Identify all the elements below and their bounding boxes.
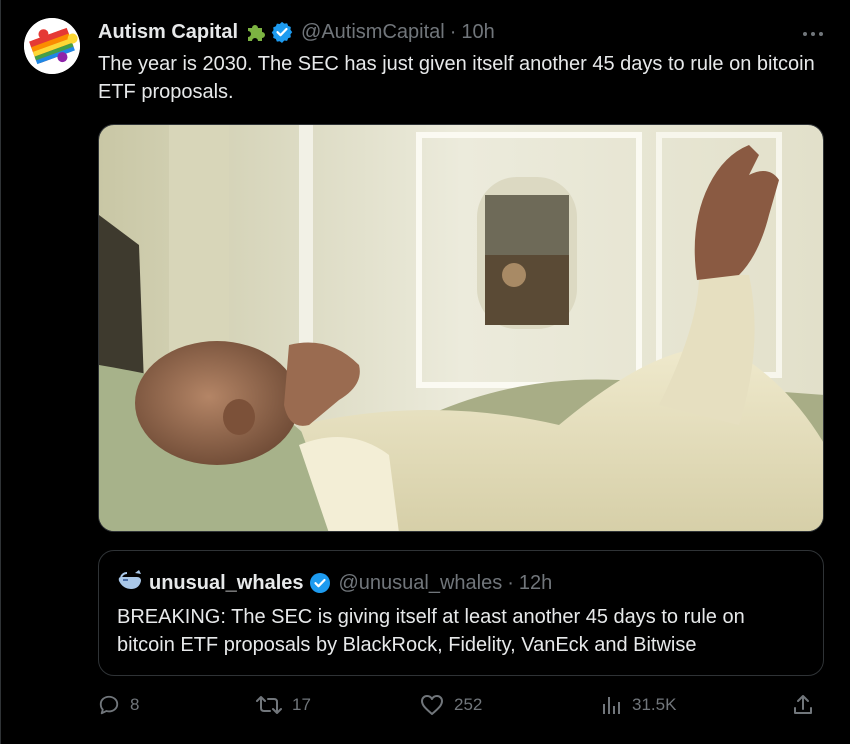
reply-icon xyxy=(99,695,119,715)
tweet-image[interactable] xyxy=(98,124,824,532)
separator-dot: · xyxy=(449,20,457,43)
heart-icon xyxy=(421,695,443,715)
quoted-tweet[interactable]: unusual_whales @unusual_whales · 12h BRE… xyxy=(98,550,824,676)
like-count: 252 xyxy=(454,695,483,714)
views-count: 31.5K xyxy=(632,695,677,714)
reply-button[interactable]: 8 xyxy=(98,694,139,716)
more-horizontal-icon[interactable] xyxy=(802,22,824,45)
handle[interactable]: @AutismCapital xyxy=(301,21,445,44)
verified-badge-icon[interactable] xyxy=(271,21,293,43)
share-button[interactable] xyxy=(792,694,814,716)
timestamp[interactable]: 10h xyxy=(461,21,494,44)
like-button[interactable]: 252 xyxy=(420,694,482,716)
views-chart-icon xyxy=(603,697,620,714)
reply-count: 8 xyxy=(130,695,140,714)
separator-dot: · xyxy=(507,571,514,594)
display-name[interactable]: Autism Capital xyxy=(98,21,238,44)
views-button[interactable]: 31.5K xyxy=(600,694,676,716)
quoted-text: BREAKING: The SEC is giving itself at le… xyxy=(117,606,745,656)
whale-emoji-icon xyxy=(117,569,143,597)
retweet-button[interactable]: 17 xyxy=(256,694,311,716)
action-bar: 8 17 252 31.5K xyxy=(98,694,824,724)
retweet-count: 17 xyxy=(292,695,311,714)
verified-badge-icon[interactable] xyxy=(309,572,331,594)
tweet-header: Autism Capital @AutismCapital · 10h xyxy=(98,19,495,45)
quoted-handle[interactable]: @unusual_whales xyxy=(339,572,503,595)
retweet-icon xyxy=(256,696,282,714)
share-icon xyxy=(794,695,812,714)
quoted-timestamp[interactable]: 12h xyxy=(519,572,552,595)
avatar[interactable] xyxy=(24,18,80,74)
quoted-display-name[interactable]: unusual_whales xyxy=(149,572,304,595)
tweet-text: The year is 2030. The SEC has just given… xyxy=(98,53,815,103)
puzzle-piece-icon xyxy=(244,21,266,43)
quoted-header: unusual_whales @unusual_whales · 12h xyxy=(117,569,552,597)
frame-edge xyxy=(0,0,1,744)
